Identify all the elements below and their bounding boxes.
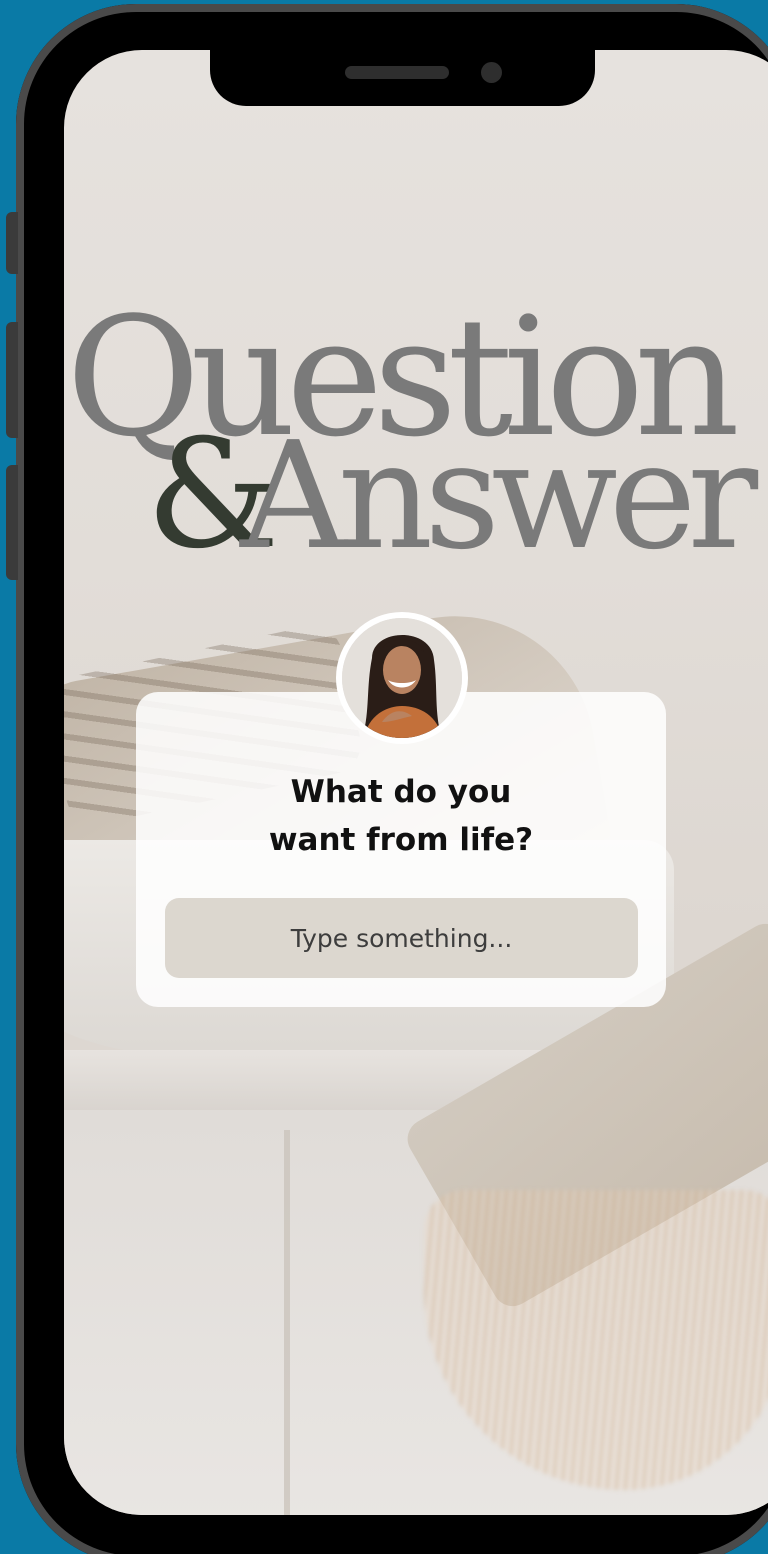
- phone-camera: [481, 62, 502, 83]
- avatar: [342, 618, 462, 738]
- page: Question & Answer What do you want from …: [0, 0, 768, 1554]
- answer-input[interactable]: Type something...: [165, 898, 638, 978]
- title-answer: Answer: [240, 410, 758, 582]
- phone-side-button-mute: [6, 212, 18, 274]
- answer-input-placeholder: Type something...: [290, 923, 513, 953]
- phone-side-button-volume-down: [6, 465, 18, 580]
- avatar-photo-icon: [342, 618, 462, 738]
- question-line-2: want from life?: [268, 822, 534, 858]
- phone-speaker: [345, 66, 449, 79]
- background-cabinet-seam: [284, 1130, 290, 1515]
- question-text: What do you want from life?: [136, 768, 666, 864]
- question-line-1: What do you: [290, 774, 512, 810]
- phone-side-button-volume-up: [6, 322, 18, 438]
